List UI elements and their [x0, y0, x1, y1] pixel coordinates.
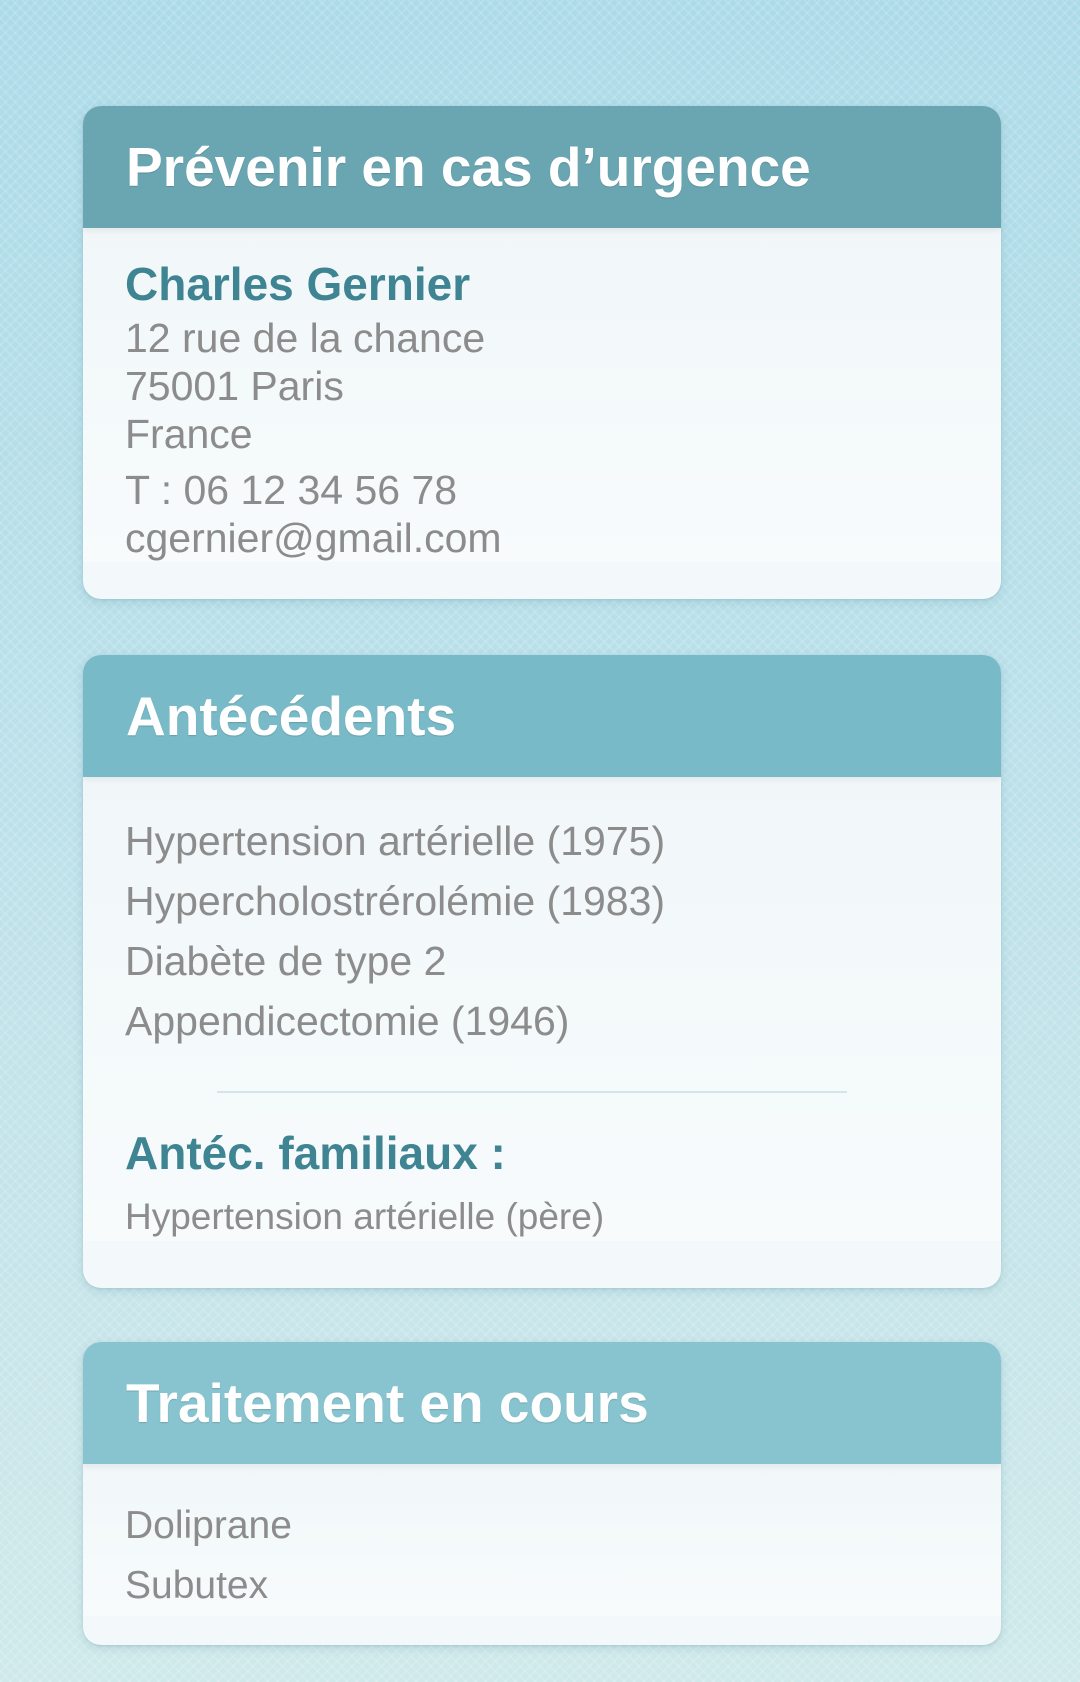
address-line-street: 12 rue de la chance	[125, 315, 486, 361]
address-line-country: France	[125, 411, 253, 457]
treatment-list: Doliprane Subutex	[125, 1464, 959, 1616]
emergency-card-body: Charles Gernier 12 rue de la chance 7500…	[83, 228, 1001, 562]
family-history-title: Antéc. familiaux :	[125, 1127, 506, 1179]
address-line-city: 75001 Paris	[125, 363, 344, 409]
list-item: Doliprane	[125, 1504, 292, 1547]
contact-address: 12 rue de la chance 75001 Paris France	[125, 314, 959, 458]
emergency-card-title: Prévenir en cas d’urgence	[126, 136, 811, 198]
list-item: Hypercholostrérolémie (1983)	[125, 878, 666, 924]
list-item: Diabète de type 2	[125, 938, 447, 984]
contact-email[interactable]: cgernier@gmail.com	[125, 514, 959, 562]
treatment-card-title: Traitement en cours	[126, 1372, 649, 1434]
current-treatment-card: Traitement en cours Doliprane Subutex	[83, 1342, 1001, 1645]
emergency-contact-card: Prévenir en cas d’urgence Charles Gernie…	[83, 106, 1001, 599]
emergency-card-header: Prévenir en cas d’urgence	[83, 106, 1001, 228]
list-item: Subutex	[125, 1564, 269, 1607]
divider	[217, 1091, 847, 1093]
treatment-card-header: Traitement en cours	[83, 1342, 1001, 1464]
history-list: Hypertension artérielle (1975) Hyperchol…	[125, 777, 959, 1051]
contact-name: Charles Gernier	[125, 258, 471, 310]
history-card-header: Antécédents	[83, 655, 1001, 777]
list-item: Hypertension artérielle (1975)	[125, 818, 666, 864]
history-card-body: Hypertension artérielle (1975) Hyperchol…	[83, 777, 1001, 1241]
medical-history-card: Antécédents Hypertension artérielle (197…	[83, 655, 1001, 1288]
family-history-value: Hypertension artérielle (père)	[125, 1196, 605, 1237]
list-item: Appendicectomie (1946)	[125, 998, 570, 1044]
contact-phone[interactable]: T : 06 12 34 56 78	[125, 466, 959, 514]
history-card-title: Antécédents	[126, 685, 457, 747]
treatment-card-body: Doliprane Subutex	[83, 1464, 1001, 1616]
